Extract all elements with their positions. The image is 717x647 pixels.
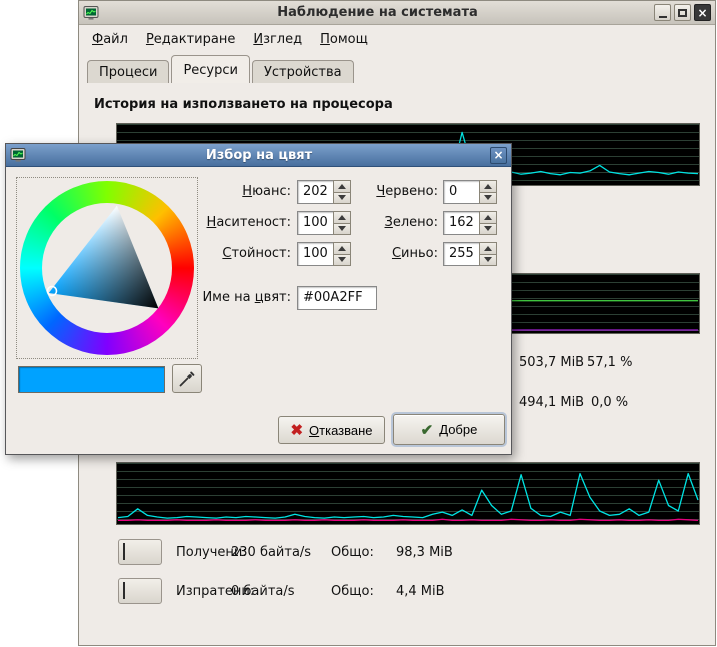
- hue-label: Нюанс:: [206, 184, 291, 199]
- value-input[interactable]: 100: [297, 242, 333, 266]
- green-down-button[interactable]: [479, 224, 497, 236]
- close-icon: ×: [493, 148, 503, 162]
- menu-view[interactable]: Изглед: [244, 29, 311, 50]
- main-titlebar[interactable]: Наблюдение на системата ×: [79, 1, 715, 25]
- dialog-title: Избор на цвят: [28, 148, 490, 163]
- value-spinner: 100: [297, 242, 351, 266]
- saturation-spinner: 100: [297, 211, 351, 235]
- eyedropper-icon: [178, 370, 196, 388]
- network-history-chart: [116, 462, 700, 525]
- red-down-button[interactable]: [479, 193, 497, 205]
- menu-help[interactable]: Помощ: [311, 29, 377, 50]
- minimize-icon: [659, 16, 667, 18]
- arrow-down-icon: [484, 195, 492, 200]
- swap-percent-value: 0,0 %: [591, 395, 628, 410]
- arrow-down-icon: [338, 257, 346, 262]
- desktop: Наблюдение на системата × Файл Редактира…: [0, 0, 717, 647]
- received-color-swatch[interactable]: [118, 539, 162, 565]
- received-rate: 230 байта/s: [231, 545, 311, 560]
- ok-label: Добре: [439, 422, 477, 437]
- ok-icon: ✔: [421, 421, 434, 439]
- eyedropper-button[interactable]: [172, 364, 202, 393]
- saturation-up-button[interactable]: [333, 211, 351, 224]
- color-wheel[interactable]: [16, 177, 198, 359]
- window-controls: ×: [654, 4, 711, 21]
- maximize-button[interactable]: [674, 4, 691, 21]
- blue-label: Синьо:: [352, 246, 438, 261]
- received-color-icon: [123, 543, 125, 560]
- tab-resources[interactable]: Ресурси: [171, 55, 250, 83]
- blue-up-button[interactable]: [479, 242, 497, 255]
- cancel-icon: ✖: [290, 421, 303, 439]
- sent-total: 4,4 MiB: [396, 584, 445, 599]
- saturation-down-button[interactable]: [333, 224, 351, 236]
- memory-percent-value: 57,1 %: [587, 355, 632, 370]
- arrow-up-icon: [484, 215, 492, 220]
- received-total-label: Общо:: [331, 545, 374, 560]
- arrow-down-icon: [338, 195, 346, 200]
- red-spinner: 0: [443, 180, 497, 204]
- cancel-label: Отказване: [309, 423, 373, 438]
- close-button[interactable]: ×: [694, 4, 711, 21]
- arrow-up-icon: [338, 246, 346, 251]
- green-up-button[interactable]: [479, 211, 497, 224]
- hue-down-button[interactable]: [333, 193, 351, 205]
- cancel-button[interactable]: ✖ Отказване: [278, 416, 385, 444]
- color-name-label: Име на цвят:: [176, 290, 291, 305]
- tab-bar: Процеси Ресурси Устройства: [87, 55, 707, 83]
- sv-triangle[interactable]: [20, 181, 196, 357]
- arrow-up-icon: [484, 184, 492, 189]
- blue-input[interactable]: 255: [443, 242, 479, 266]
- red-label: Червено:: [352, 184, 438, 199]
- tab-processes[interactable]: Процеси: [87, 60, 169, 83]
- sent-color-swatch[interactable]: [118, 578, 162, 604]
- hue-up-button[interactable]: [333, 180, 351, 193]
- saturation-label: Наситеност:: [206, 215, 291, 230]
- color-name-input[interactable]: #00A2FF: [297, 286, 377, 310]
- window-title: Наблюдение на системата: [101, 5, 654, 20]
- arrow-up-icon: [338, 215, 346, 220]
- maximize-icon: [678, 9, 687, 17]
- tab-devices[interactable]: Устройства: [252, 60, 354, 83]
- green-spinner: 162: [443, 211, 497, 235]
- arrow-up-icon: [338, 184, 346, 189]
- value-down-button[interactable]: [333, 255, 351, 267]
- green-label: Зелено:: [352, 215, 438, 230]
- dialog-titlebar[interactable]: Избор на цвят ×: [6, 144, 511, 167]
- saturation-input[interactable]: 100: [297, 211, 333, 235]
- swap-total-value: 494,1 MiB: [519, 395, 584, 410]
- menu-edit[interactable]: Редактиране: [137, 29, 244, 50]
- close-icon: ×: [697, 6, 707, 20]
- arrow-down-icon: [484, 226, 492, 231]
- blue-spinner: 255: [443, 242, 497, 266]
- arrow-up-icon: [484, 246, 492, 251]
- red-input[interactable]: 0: [443, 180, 479, 204]
- sent-color-icon: [123, 582, 125, 599]
- hue-spinner: 202: [297, 180, 351, 204]
- red-up-button[interactable]: [479, 180, 497, 193]
- app-icon: [83, 5, 101, 21]
- menubar: Файл Редактиране Изглед Помощ: [79, 26, 715, 52]
- value-up-button[interactable]: [333, 242, 351, 255]
- value-label: Стойност:: [206, 246, 291, 261]
- received-total: 98,3 MiB: [396, 545, 453, 560]
- minimize-button[interactable]: [654, 4, 671, 21]
- ok-button[interactable]: ✔ Добре: [393, 414, 505, 445]
- arrow-down-icon: [484, 257, 492, 262]
- green-input[interactable]: 162: [443, 211, 479, 235]
- sent-total-label: Общо:: [331, 584, 374, 599]
- hue-input[interactable]: 202: [297, 180, 333, 204]
- dialog-close-button[interactable]: ×: [490, 147, 507, 164]
- sent-rate: 0 байта/s: [231, 584, 295, 599]
- memory-total-value: 503,7 MiB: [519, 355, 584, 370]
- blue-down-button[interactable]: [479, 255, 497, 267]
- color-picker-dialog: Избор на цвят ×: [5, 143, 512, 455]
- cpu-history-heading: История на използването на процесора: [94, 97, 393, 112]
- menu-file[interactable]: Файл: [83, 29, 137, 50]
- arrow-down-icon: [338, 226, 346, 231]
- dialog-icon: [10, 147, 28, 163]
- color-preview: [18, 366, 165, 393]
